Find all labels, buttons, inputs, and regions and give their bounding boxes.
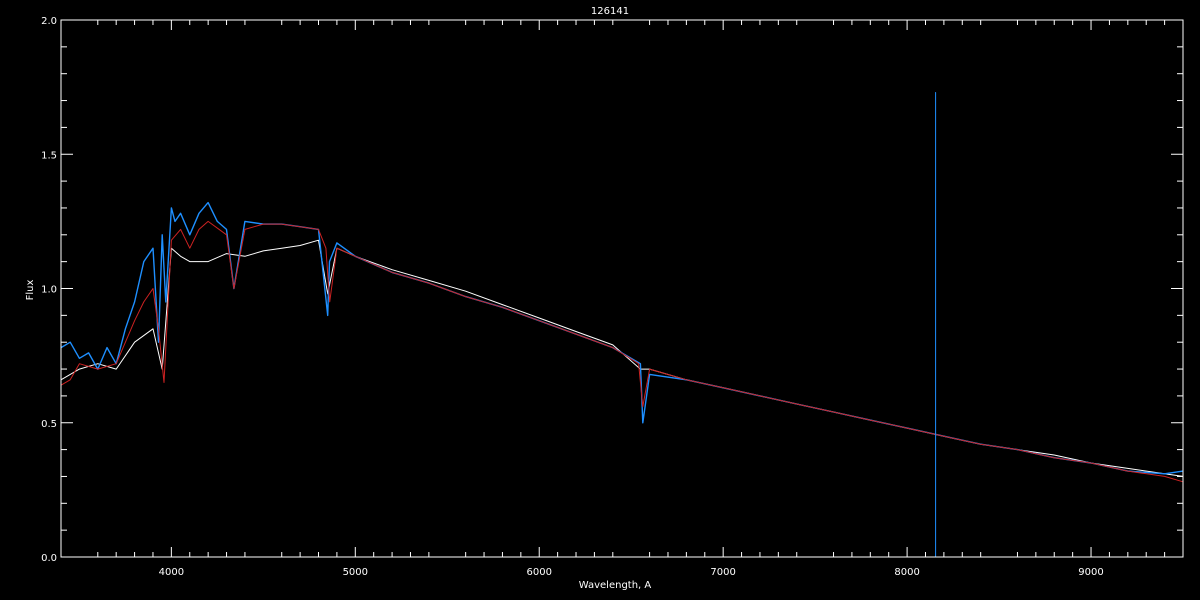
y-tick-label: 0.0 (41, 553, 57, 564)
y-tick-label: 1.5 (41, 150, 57, 161)
y-axis-label: Flux (25, 280, 36, 301)
x-tick-label: 6000 (527, 567, 552, 578)
x-tick-label: 4000 (159, 567, 184, 578)
x-tick-label: 7000 (710, 567, 735, 578)
y-tick-label: 0.5 (41, 419, 57, 430)
y-tick-label: 2.0 (41, 16, 57, 27)
x-tick-label: 5000 (343, 567, 368, 578)
x-tick-label: 8000 (894, 567, 919, 578)
spectrum-chart: 126141 4000 5000 6000 7000 8000 9000 0.0 0.5 1.0… (0, 0, 1200, 600)
x-axis-label: Wavelength, A (579, 580, 652, 591)
plot-background (0, 0, 1200, 600)
chart-title: 126141 (591, 6, 629, 17)
y-tick-label: 1.0 (41, 285, 57, 296)
x-tick-label: 9000 (1078, 567, 1103, 578)
